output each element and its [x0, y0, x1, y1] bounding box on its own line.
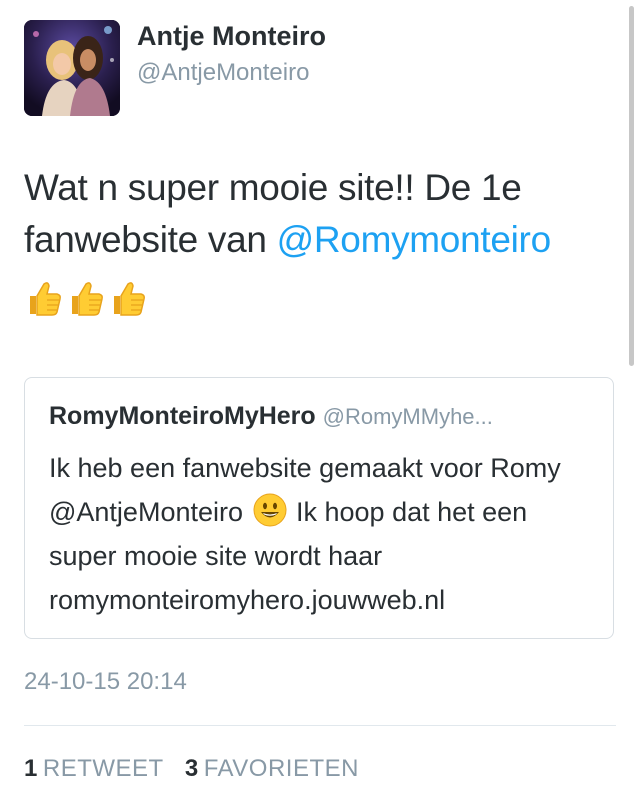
divider	[24, 725, 616, 726]
smiley-icon	[253, 493, 286, 527]
author-avatar[interactable]	[24, 20, 120, 116]
thumbs-up-icon	[72, 282, 103, 316]
avatar-photo	[24, 20, 120, 116]
quoted-tweet-text: Ik heb een fanwebsite gemaakt voor Romy …	[49, 446, 594, 622]
tweet-stats: 1 RETWEET 3 FAVORIETEN	[24, 755, 373, 783]
tweet-detail-view: Antje Monteiro @AntjeMonteiro Wat n supe…	[0, 0, 640, 812]
thumbs-up-icon	[30, 282, 61, 316]
retweets-stat[interactable]: 1 RETWEET	[24, 755, 164, 783]
author-handle[interactable]: @AntjeMonteiro	[137, 59, 309, 87]
favorites-count: 3	[184, 755, 199, 782]
author-name[interactable]: Antje Monteiro	[137, 21, 326, 52]
tweet-text: Wat n super mooie site!! De 1e fanwebsit…	[24, 162, 624, 322]
favorites-label: FAVORIETEN	[203, 755, 359, 782]
thumbs-up-icon	[114, 282, 145, 316]
quoted-author-name: RomyMonteiroMyHero	[49, 402, 316, 430]
quoted-tweet-card[interactable]: RomyMonteiroMyHero @RomyMMyhe... Ik heb …	[24, 377, 614, 639]
emoji-group	[24, 270, 150, 316]
quoted-author-handle: @RomyMMyhe...	[322, 404, 493, 429]
tweet-timestamp: 24-10-15 20:14	[24, 668, 187, 695]
scrollbar[interactable]	[629, 6, 634, 366]
retweets-count: 1	[24, 755, 38, 782]
favorites-stat[interactable]: 3 FAVORIETEN	[185, 755, 359, 783]
mention-link[interactable]: @Romymonteiro	[277, 219, 552, 260]
quoted-tweet-header: RomyMonteiroMyHero @RomyMMyhe...	[49, 402, 594, 431]
retweets-label: RETWEET	[42, 755, 164, 782]
